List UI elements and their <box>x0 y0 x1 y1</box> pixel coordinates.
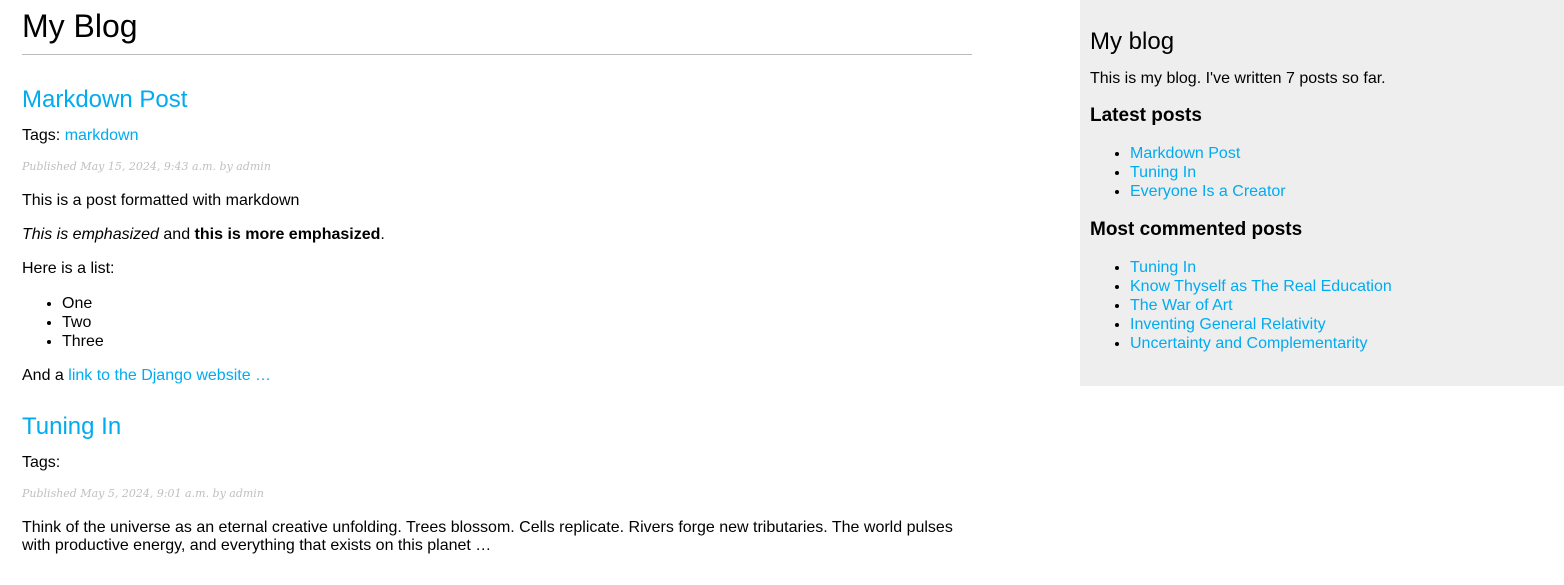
post-paragraph: And a link to the Django website … <box>22 367 972 385</box>
list-item: The War of Art <box>1130 296 1554 315</box>
post-paragraph: Here is a list: <box>22 260 115 277</box>
post-paragraph: This is emphasized and this is more emph… <box>22 226 972 244</box>
tag-link[interactable]: markdown <box>65 127 139 144</box>
list-item: Tuning In <box>1130 258 1554 277</box>
plain-text: and <box>158 226 195 243</box>
most-commented-heading: Most commented posts <box>1090 218 1303 240</box>
sidebar-title: My blog <box>1090 28 1175 55</box>
post-tags: Tags: markdown <box>22 127 972 145</box>
list-item: Know Thyself as The Real Education <box>1130 277 1554 296</box>
latest-posts-heading: Latest posts <box>1090 105 1202 126</box>
main-content: My Blog Markdown Post Tags: markdown Pub… <box>22 0 972 555</box>
most-commented-list: Tuning In Know Thyself as The Real Educa… <box>1090 258 1554 354</box>
sidebar: My blog This is my blog. I've written 7 … <box>1080 0 1564 386</box>
django-link[interactable]: link to the Django website … <box>68 367 271 384</box>
latest-posts-list: Markdown Post Tuning In Everyone Is a Cr… <box>1090 144 1554 202</box>
list-item: Everyone Is a Creator <box>1130 182 1554 201</box>
emphasized-text: This is emphasized <box>22 226 159 243</box>
commented-post-link[interactable]: Know Thyself as The Real Education <box>1130 278 1392 295</box>
list-item: Tuning In <box>1130 163 1554 182</box>
post-meta: Published May 15, 2024, 9:43 a.m. by adm… <box>22 160 271 173</box>
sidebar-intro: This is my blog. I've written 7 posts so… <box>1090 70 1386 87</box>
list-item: One <box>62 294 972 313</box>
list-item: Uncertainty and Complementarity <box>1130 334 1554 353</box>
strong-text: this is more emphasized <box>194 226 381 243</box>
commented-post-link[interactable]: Tuning In <box>1130 259 1196 276</box>
tags-label: Tags: <box>22 127 61 144</box>
commented-post-link[interactable]: Uncertainty and Complementarity <box>1130 335 1367 352</box>
plain-text: And a <box>22 367 69 384</box>
post-list: One Two Three <box>22 294 972 351</box>
list-item: Markdown Post <box>1130 144 1554 163</box>
post-title-link[interactable]: Tuning In <box>22 413 972 441</box>
latest-post-link[interactable]: Everyone Is a Creator <box>1130 183 1286 200</box>
commented-post-link[interactable]: The War of Art <box>1130 297 1233 314</box>
post-title-link[interactable]: Markdown Post <box>22 86 972 114</box>
list-item: Three <box>62 332 972 351</box>
page-title: My Blog <box>22 8 972 55</box>
list-item: Two <box>62 313 972 332</box>
post-body: This is a post formatted with markdown T… <box>22 192 972 385</box>
latest-post-link[interactable]: Markdown Post <box>1130 145 1240 162</box>
post-tags: Tags: <box>22 454 972 472</box>
post: Tuning In Tags: Published May 5, 2024, 9… <box>22 413 972 555</box>
post: Markdown Post Tags: markdown Published M… <box>22 86 972 385</box>
latest-post-link[interactable]: Tuning In <box>1130 164 1196 181</box>
post-excerpt: Think of the universe as an eternal crea… <box>22 519 953 554</box>
post-body: Think of the universe as an eternal crea… <box>22 519 972 555</box>
list-item: Inventing General Relativity <box>1130 315 1554 334</box>
post-meta: Published May 5, 2024, 9:01 a.m. by admi… <box>22 487 264 500</box>
tags-label: Tags: <box>22 454 61 471</box>
commented-post-link[interactable]: Inventing General Relativity <box>1130 316 1326 333</box>
plain-text: . <box>380 226 385 243</box>
post-paragraph: This is a post formatted with markdown <box>22 192 300 209</box>
